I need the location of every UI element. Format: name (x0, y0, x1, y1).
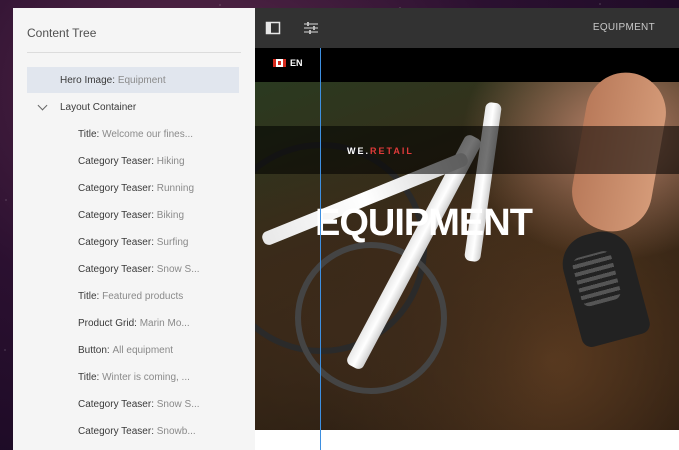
canada-flag-icon (273, 59, 286, 67)
tree-item-type: Layout Container (60, 101, 137, 113)
tree-item-type: Category Teaser (78, 182, 152, 194)
brand-logo[interactable]: WE.RETAIL (347, 146, 414, 156)
content-tree-title: Content Tree (27, 26, 97, 40)
tree-item-value: All equipment (112, 344, 174, 356)
tree-item-value: Snow S... (156, 398, 200, 410)
tree-item[interactable]: Title: Featured products (27, 283, 239, 309)
tree-item[interactable]: Category Teaser: Snow S... (27, 391, 239, 417)
language-label: EN (290, 58, 303, 68)
tree-item[interactable]: Category Teaser: Snowb... (27, 418, 239, 444)
chevron-down-icon[interactable] (37, 100, 48, 111)
tree-item-type: Category Teaser (78, 263, 152, 275)
tree-item-value: Featured products (102, 290, 184, 302)
shoe-graphic (555, 224, 653, 350)
tree-item[interactable]: Category Teaser: Surfing (27, 229, 239, 255)
page-editor: EQUIPMENT EN WE.RETAIL EQUIPMENT (255, 8, 679, 450)
tree-item[interactable]: Title: Welcome our fines... (27, 121, 239, 147)
tree-item[interactable]: Category Teaser: Biking (27, 202, 239, 228)
brand-banner: WE.RETAIL (255, 126, 679, 174)
tree-item-type: Title (78, 371, 97, 383)
tree-item[interactable]: Category Teaser: Snow S... (27, 256, 239, 282)
tree-item-value: Marin Mo... (139, 317, 190, 329)
tree-item-type: Title (78, 290, 97, 302)
tree-item[interactable]: Category Teaser: Running (27, 175, 239, 201)
tree-item-type: Hero Image (60, 74, 113, 86)
side-panel-icon[interactable] (265, 20, 281, 36)
tree-item-value: Snowb... (156, 425, 196, 437)
tree-item-type: Category Teaser (78, 425, 152, 437)
hero-title: EQUIPMENT (315, 202, 533, 244)
layout-guide-line (320, 48, 321, 450)
tree-item-value: Welcome our fines... (102, 128, 194, 140)
tree-item-type: Category Teaser (78, 155, 152, 167)
tree-item-value: Biking (156, 209, 185, 221)
tree-item-type: Title (78, 128, 97, 140)
divider (27, 52, 241, 53)
tree-item-type: Product Grid (78, 317, 135, 329)
page-content-below (255, 430, 679, 450)
tree-item-hero-image[interactable]: Hero Image: Equipment (27, 67, 239, 93)
content-tree-panel: Content Tree Hero Image: Equipment Layou… (13, 8, 255, 450)
tree-item[interactable]: Title: Winter is coming, ... (27, 364, 239, 390)
tree-item[interactable]: Button: All equipment (27, 337, 239, 363)
tree-item-value: Surfing (156, 236, 189, 248)
page-canvas[interactable]: EN WE.RETAIL EQUIPMENT (255, 48, 679, 430)
tree-item[interactable]: Category Teaser: Hiking (27, 148, 239, 174)
hero-image[interactable]: WE.RETAIL EQUIPMENT (255, 66, 679, 430)
properties-icon[interactable] (303, 20, 319, 36)
tree-item-value: Running (156, 182, 195, 194)
tree-item-value: Equipment (117, 74, 166, 86)
tree-item-layout-container[interactable]: Layout Container (27, 94, 239, 120)
tree-item[interactable]: Product Grid: Marin Mo... (27, 310, 239, 336)
tree-item-type: Button (78, 344, 107, 356)
tree-item-type: Category Teaser (78, 398, 152, 410)
tree-item-type: Category Teaser (78, 209, 152, 221)
editor-toolbar: EQUIPMENT (255, 8, 679, 48)
language-selector[interactable]: EN (273, 58, 303, 68)
tree-item-value: Winter is coming, ... (102, 371, 190, 383)
tree-item-type: Category Teaser (78, 236, 152, 248)
tree-item-value: Hiking (156, 155, 185, 167)
page-name-label: EQUIPMENT (592, 22, 655, 33)
tree-item-value: Snow S... (156, 263, 200, 275)
